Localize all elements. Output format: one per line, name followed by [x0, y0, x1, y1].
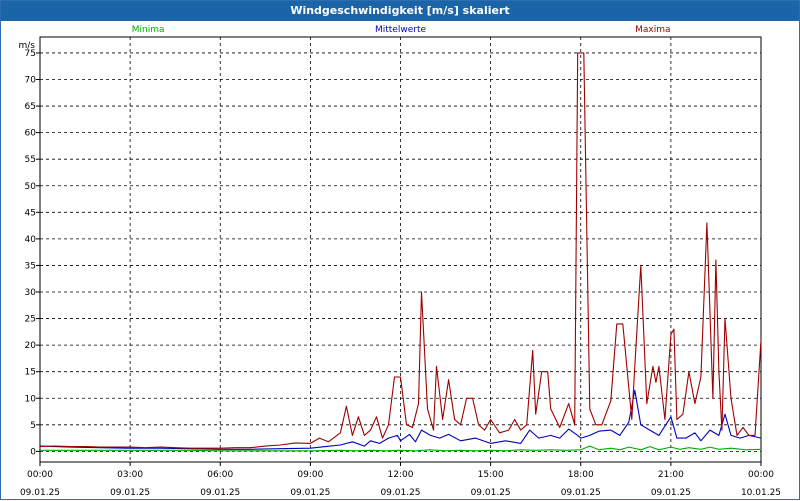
- x-tick-time-label: 18:00: [568, 470, 594, 480]
- line-chart: 051015202530354045505560657075m/s00:0009…: [19, 25, 782, 498]
- y-axis-label: m/s: [19, 41, 36, 51]
- x-tick-time-label: 00:00: [748, 470, 774, 480]
- x-tick-time-label: 03:00: [117, 470, 143, 480]
- x-tick-date-label: 09.01.25: [290, 488, 330, 498]
- x-tick-date-label: 09.01.25: [651, 488, 691, 498]
- x-tick-date-label: 10.01.25: [741, 488, 781, 498]
- y-tick-label: 20: [25, 341, 37, 351]
- y-tick-label: 45: [25, 208, 36, 218]
- y-tick-label: 10: [25, 394, 37, 404]
- y-tick-label: 65: [25, 102, 36, 112]
- legend-minima: Minima: [132, 25, 165, 35]
- x-tick-date-label: 09.01.25: [200, 488, 240, 498]
- x-tick-date-label: 09.01.25: [471, 488, 511, 498]
- y-tick-label: 35: [25, 261, 36, 271]
- y-tick-label: 40: [25, 235, 37, 245]
- y-tick-label: 70: [25, 76, 37, 86]
- x-tick-date-label: 09.01.25: [561, 488, 601, 498]
- y-tick-label: 5: [30, 421, 36, 431]
- legend-maxima: Maxima: [635, 25, 670, 35]
- y-tick-label: 15: [25, 368, 36, 378]
- x-tick-time-label: 12:00: [388, 470, 414, 480]
- x-tick-time-label: 06:00: [207, 470, 233, 480]
- x-tick-time-label: 00:00: [27, 470, 53, 480]
- x-tick-date-label: 09.01.25: [380, 488, 420, 498]
- y-tick-label: 0: [30, 447, 36, 457]
- chart-window: Windgeschwindigkeit [m/s] skaliert 0 5 10 1…: [0, 0, 800, 500]
- legend-mittelwerte: Mittelwerte: [375, 25, 426, 35]
- y-tick-label: 50: [25, 182, 37, 192]
- x-tick-date-label: 09.01.25: [20, 488, 60, 498]
- x-tick-date-label: 09.01.25: [110, 488, 150, 498]
- y-tick-label: 25: [25, 315, 36, 325]
- y-tick-label: 30: [25, 288, 37, 298]
- x-tick-time-label: 09:00: [297, 470, 323, 480]
- x-tick-time-label: 21:00: [658, 470, 684, 480]
- y-tick-label: 55: [25, 155, 36, 165]
- y-tick-label: 60: [25, 129, 37, 139]
- x-tick-time-label: 15:00: [478, 470, 504, 480]
